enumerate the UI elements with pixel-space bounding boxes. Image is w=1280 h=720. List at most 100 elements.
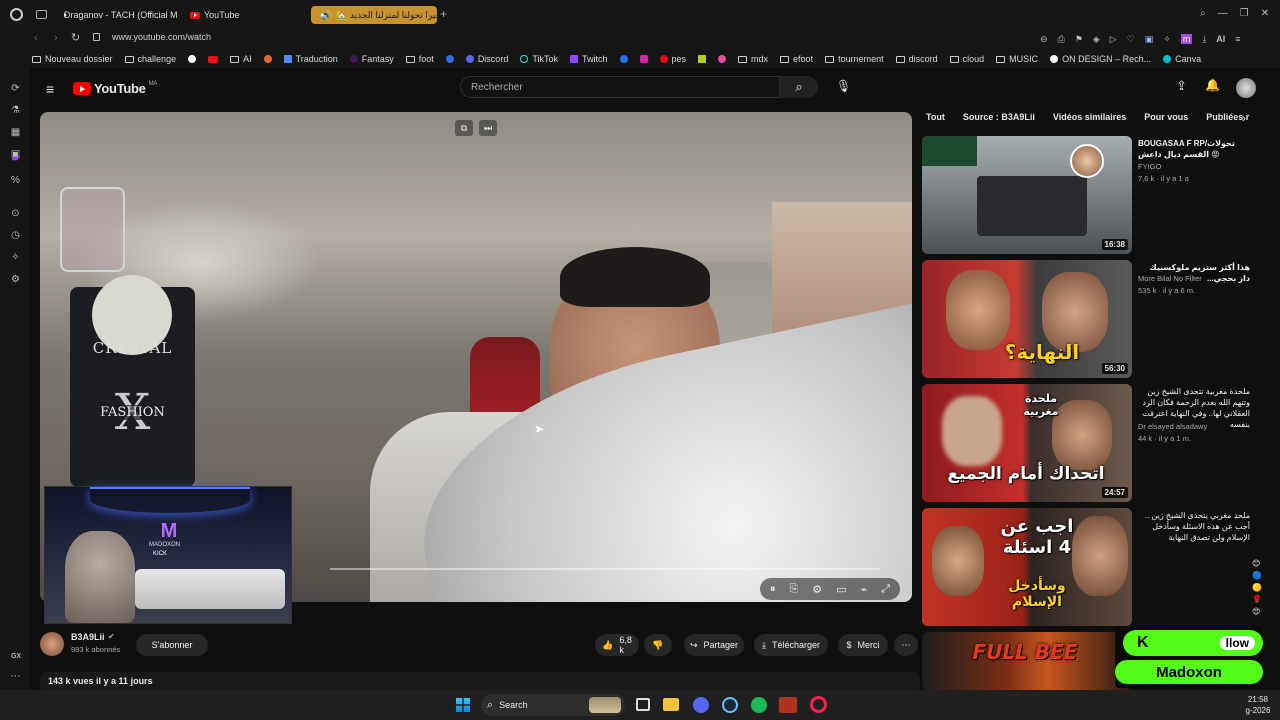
hamburger-menu-icon[interactable]: ≡ — [46, 81, 54, 97]
player-icon[interactable]: ▷ — [1110, 34, 1117, 45]
channel-name[interactable]: B3A9Lii — [71, 632, 105, 642]
heart-icon[interactable]: ♡ — [1127, 34, 1135, 45]
chip-all[interactable]: Tout — [926, 112, 945, 132]
bookmark-site-icon[interactable] — [263, 55, 272, 63]
upload-icon[interactable]: ⇪ — [1176, 78, 1187, 94]
chip-similar[interactable]: Vidéos similaires — [1053, 112, 1126, 132]
menu-icon[interactable]: ≡ — [1235, 34, 1240, 44]
clock[interactable]: 21:58 g-2026 — [1238, 694, 1278, 718]
mdx-extension-icon[interactable]: m — [1180, 34, 1193, 44]
url-field[interactable]: www.youtube.com/watch — [112, 32, 211, 42]
description-box[interactable]: 143 k vues il y a 11 jours — [40, 672, 920, 692]
recommendation-title[interactable]: BOUGASAA F RP/تحولات القسم ديال داعش 😡 — [1138, 138, 1250, 160]
extensions-icon[interactable]: ✧ — [1163, 34, 1171, 45]
chips-next-icon[interactable]: › — [1242, 111, 1246, 125]
search-input[interactable]: Rechercher — [460, 76, 780, 98]
theater-mode-icon[interactable]: ▭ — [836, 583, 846, 596]
bookmark-site-icon[interactable] — [445, 55, 454, 63]
bookmark-item[interactable]: Nouveau dossier — [32, 54, 113, 64]
bookmark-item[interactable]: foot — [405, 54, 434, 64]
more-actions-button[interactable]: ⋯ — [894, 634, 918, 656]
bookmark-item[interactable]: Fantasy — [349, 54, 394, 64]
minimize-icon[interactable]: — — [1218, 8, 1228, 22]
maximize-icon[interactable]: ❐ — [1240, 8, 1249, 22]
bookmark-icon[interactable]: ⚑ — [1075, 34, 1083, 45]
tab-workspaces-icon[interactable] — [36, 10, 47, 19]
opera-logo-icon[interactable] — [10, 8, 23, 21]
settings-icon[interactable]: ⚙ — [10, 274, 21, 285]
search-tabs-icon[interactable]: ⌕ — [1200, 8, 1206, 22]
channel-avatar[interactable] — [40, 632, 64, 656]
percent-icon[interactable]: % — [10, 175, 21, 186]
google-icon[interactable] — [188, 55, 197, 63]
twitch-sidebar-icon[interactable]: ▰ — [10, 153, 21, 164]
video-thumbnail[interactable]: FULL BEE — [922, 632, 1132, 690]
dislike-button[interactable]: 👎 — [644, 634, 672, 656]
gx-control-icon[interactable]: ⚗ — [10, 105, 21, 116]
translate-icon[interactable]: ▣ — [1145, 34, 1154, 45]
chip-source[interactable]: Source : B3A9Lii — [963, 112, 1035, 132]
bookmark-item[interactable]: mdx — [738, 54, 768, 64]
bookmark-item[interactable]: Discord — [465, 54, 508, 64]
bookmark-site-icon[interactable] — [718, 55, 727, 63]
cast-icon[interactable]: ⌁ — [861, 583, 868, 596]
recommendation-item[interactable]: اجب عن 4 اسئلة وسأدخل الإسلام ملحد مغربي… — [922, 508, 1262, 626]
share-button[interactable]: ↪ Partager — [684, 634, 744, 656]
fullscreen-icon[interactable]: ⤢ — [881, 583, 890, 596]
close-icon[interactable]: ✕ — [1261, 8, 1269, 22]
recommendation-item[interactable]: ملحدة مغربية اتحداك أمام الجميع 24:57 مل… — [922, 384, 1262, 502]
new-tab-button[interactable]: + — [440, 8, 452, 20]
zoom-icon[interactable]: ⊖ — [1040, 34, 1048, 45]
miniplayer-icon[interactable]: ⧉ — [455, 120, 473, 136]
thanks-button[interactable]: $ Merci — [838, 634, 888, 656]
subscribe-button[interactable]: S'abonner — [136, 634, 208, 656]
gx-corner-icon[interactable]: ▦ — [10, 127, 21, 138]
tab-youtube[interactable]: YouTube — [184, 6, 306, 24]
youtube-logo[interactable]: YouTube MA — [73, 81, 157, 96]
spotify-icon[interactable] — [751, 697, 767, 713]
app-icon[interactable] — [779, 697, 797, 713]
taskbar-search[interactable]: ⌕ Search — [481, 694, 625, 716]
video-thumbnail[interactable]: النهاية؟ 56:30 — [922, 260, 1132, 378]
bookmark-item[interactable]: discord — [895, 54, 938, 64]
ai-button[interactable]: AI — [1216, 34, 1225, 44]
search-button[interactable]: ⌕ — [780, 76, 818, 98]
vpn-icon[interactable]: ◈ — [1093, 34, 1100, 45]
snapshot-icon[interactable]: ⎙ — [1058, 34, 1065, 45]
bookmark-item[interactable]: Twitch — [570, 54, 608, 64]
youtube-bookmark-icon[interactable] — [208, 55, 219, 63]
video-thumbnail[interactable]: اجب عن 4 اسئلة وسأدخل الإسلام — [922, 508, 1132, 626]
more-icon[interactable]: ⋯ — [10, 671, 21, 682]
file-explorer-icon[interactable] — [663, 698, 679, 711]
back-icon[interactable]: ‹ — [34, 32, 38, 44]
player-sidebar-icon[interactable]: ⊙ — [10, 208, 21, 219]
next-icon[interactable]: ⏭ — [479, 120, 497, 136]
steam-icon[interactable] — [722, 697, 738, 713]
bookmark-item[interactable]: Traduction — [283, 54, 338, 64]
video-thumbnail[interactable]: ملحدة مغربية اتحداك أمام الجميع 24:57 — [922, 384, 1132, 502]
bookmark-item[interactable]: pes — [659, 54, 686, 64]
pause-icon[interactable]: ⏸ — [770, 583, 776, 596]
recommendation-item[interactable]: النهاية؟ 56:30 هذا أكثر ستريم ملوكسبيك د… — [922, 260, 1262, 378]
facebook-icon[interactable] — [619, 55, 628, 63]
speed-dial-icon[interactable]: ⟳ — [10, 83, 21, 94]
chip-for-you[interactable]: Pour vous — [1144, 112, 1188, 132]
discord-taskbar-icon[interactable] — [693, 697, 709, 713]
bookmark-item[interactable]: cloud — [949, 54, 984, 64]
recommendation-item[interactable]: 16:38 BOUGASAA F RP/تحولات القسم ديال دا… — [922, 136, 1262, 254]
tab-draganov[interactable]: Draganov - TACH (Official M — [54, 6, 180, 24]
video-progress-bar[interactable] — [330, 568, 880, 570]
forward-icon[interactable]: › — [54, 32, 58, 44]
bookmark-item[interactable]: Canva — [1163, 54, 1201, 64]
bookmark-item[interactable]: challenge — [124, 54, 176, 64]
opera-gx-taskbar-icon[interactable] — [810, 696, 827, 713]
video-thumbnail[interactable]: 16:38 — [922, 136, 1132, 254]
windows-start-icon[interactable] — [456, 698, 470, 712]
account-avatar[interactable] — [1236, 78, 1256, 98]
download-icon[interactable]: ⤓ — [1202, 34, 1206, 45]
bookmark-item[interactable]: TikTok — [520, 54, 558, 64]
like-button[interactable]: 👍 6,8 k — [595, 634, 639, 656]
recommendation-title[interactable]: ملحد مغربي يتحدى الشيخ زين .. أجب عن هذه… — [1138, 510, 1250, 543]
bookmark-item[interactable]: MUSIC — [996, 54, 1038, 64]
bookmark-item[interactable]: efoot — [780, 54, 813, 64]
